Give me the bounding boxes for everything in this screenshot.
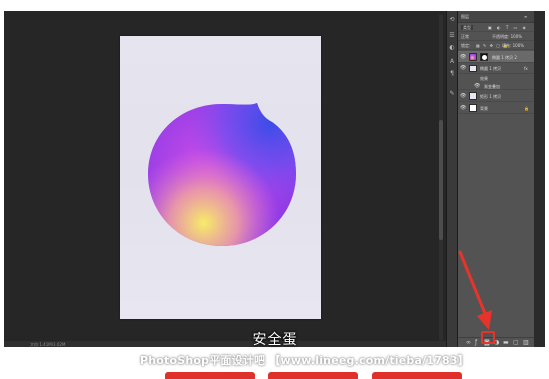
lock-icon: 🔒 <box>524 106 529 111</box>
layer-name[interactable]: 背景 <box>480 106 488 111</box>
layer-row-background[interactable]: 👁 背景 🔒 <box>458 102 534 114</box>
brush-icon[interactable]: ✎ <box>448 90 456 98</box>
properties-icon[interactable]: ☰ <box>448 32 456 40</box>
layer-filter-row: 类型 ▣ ◐ T ▭ ◈ <box>458 23 534 32</box>
adjust-icon[interactable]: ◐ <box>448 44 456 52</box>
visibility-eye-icon[interactable]: 👁 <box>460 55 466 60</box>
highlight-box-annotation <box>481 331 495 344</box>
paragraph-icon[interactable]: ¶ <box>448 70 456 78</box>
visibility-eye-icon[interactable]: 👁 <box>460 106 466 111</box>
layer-thumbnail <box>469 104 477 112</box>
red-button-2[interactable] <box>268 372 358 379</box>
red-button-3[interactable] <box>372 372 462 379</box>
layers-panel-footer: ∞ ƒ ◙ ◑ ▬ ▢ ▥ <box>458 337 534 347</box>
red-button-1[interactable] <box>165 372 255 379</box>
status-doc-size[interactable]: 文档:1.41M/3.02M <box>30 342 65 347</box>
effects-row[interactable]: 效果 <box>458 74 534 82</box>
panel-menu-icon[interactable]: ≡ <box>524 14 527 19</box>
character-icon[interactable]: A <box>448 58 456 66</box>
layer-thumbnail <box>469 65 477 72</box>
trash-icon[interactable]: ▥ <box>523 340 529 346</box>
new-layer-icon[interactable]: ▢ <box>513 340 519 346</box>
visibility-eye-icon[interactable]: 👁 <box>474 84 480 89</box>
workspace-scroll-thumb[interactable] <box>439 120 443 240</box>
opacity-field[interactable]: 不透明度: 100% <box>492 34 522 39</box>
gradient-overlay-row[interactable]: 👁 渐变叠加 <box>458 82 534 90</box>
layer-row-rectangle-copy[interactable]: 👁 矩形 1 拷贝 <box>458 90 534 102</box>
visibility-eye-icon[interactable]: 👁 <box>460 66 466 71</box>
layer-name[interactable]: 椭圆 1 拷贝 <box>480 66 501 71</box>
lock-label: 锁定: <box>461 43 471 48</box>
layers-panel-header: 图层 ≡ <box>458 11 534 23</box>
caption-text: 安全蛋 <box>252 332 298 348</box>
right-edge-strip <box>534 11 545 347</box>
effects-label[interactable]: 效果 <box>480 76 488 81</box>
blend-row: 正常 不透明度: 100% <box>458 32 534 41</box>
watermark-text: PhotoShop平面设计吧 【www.lineeg.com/tieba/178… <box>140 354 469 367</box>
layer-name[interactable]: 矩形 1 拷贝 <box>480 94 501 99</box>
folder-icon[interactable]: ▬ <box>503 340 509 346</box>
fx-badge[interactable]: fx <box>524 66 528 71</box>
layer-thumbnail <box>469 92 477 100</box>
blend-mode-select[interactable]: 正常 <box>461 34 469 39</box>
status-bar <box>4 341 446 347</box>
fx-icon[interactable]: ƒ <box>475 340 477 346</box>
lock-row: 锁定: ▦ ✎ ✥ ▢ 🔒 填充: 100% <box>458 41 534 50</box>
history-icon[interactable]: ⟲ <box>448 16 456 24</box>
red-arrow-annotation <box>458 250 492 330</box>
gradient-orb-image <box>148 103 296 246</box>
screenshot-stage: ⟲ ☰ ◐ A ¶ ✎ 图层 ≡ 类型 ▣ ◐ T ▭ ◈ 正常 不透明度: 1… <box>0 0 549 379</box>
filter-icons[interactable]: ▣ ◐ T ▭ ◈ <box>488 25 528 30</box>
fill-field[interactable]: 填充: 100% <box>502 43 524 48</box>
layer-name[interactable]: 椭圆 1 拷贝 2 <box>492 55 517 60</box>
gradient-overlay-label[interactable]: 渐变叠加 <box>484 84 500 89</box>
layer-thumbnail <box>469 53 477 61</box>
layer-row-ellipse-copy[interactable]: 👁 椭圆 1 拷贝 fx <box>458 63 534 74</box>
visibility-eye-icon[interactable]: 👁 <box>460 94 466 99</box>
kind-filter-select[interactable]: 类型 <box>461 25 473 30</box>
link-icon[interactable]: ∞ <box>466 340 471 346</box>
layer-mask-thumbnail[interactable] <box>480 53 488 61</box>
layers-tab[interactable]: 图层 <box>461 14 469 19</box>
layer-row-ellipse-copy-2[interactable]: 👁 椭圆 1 拷贝 2 <box>458 51 534 63</box>
